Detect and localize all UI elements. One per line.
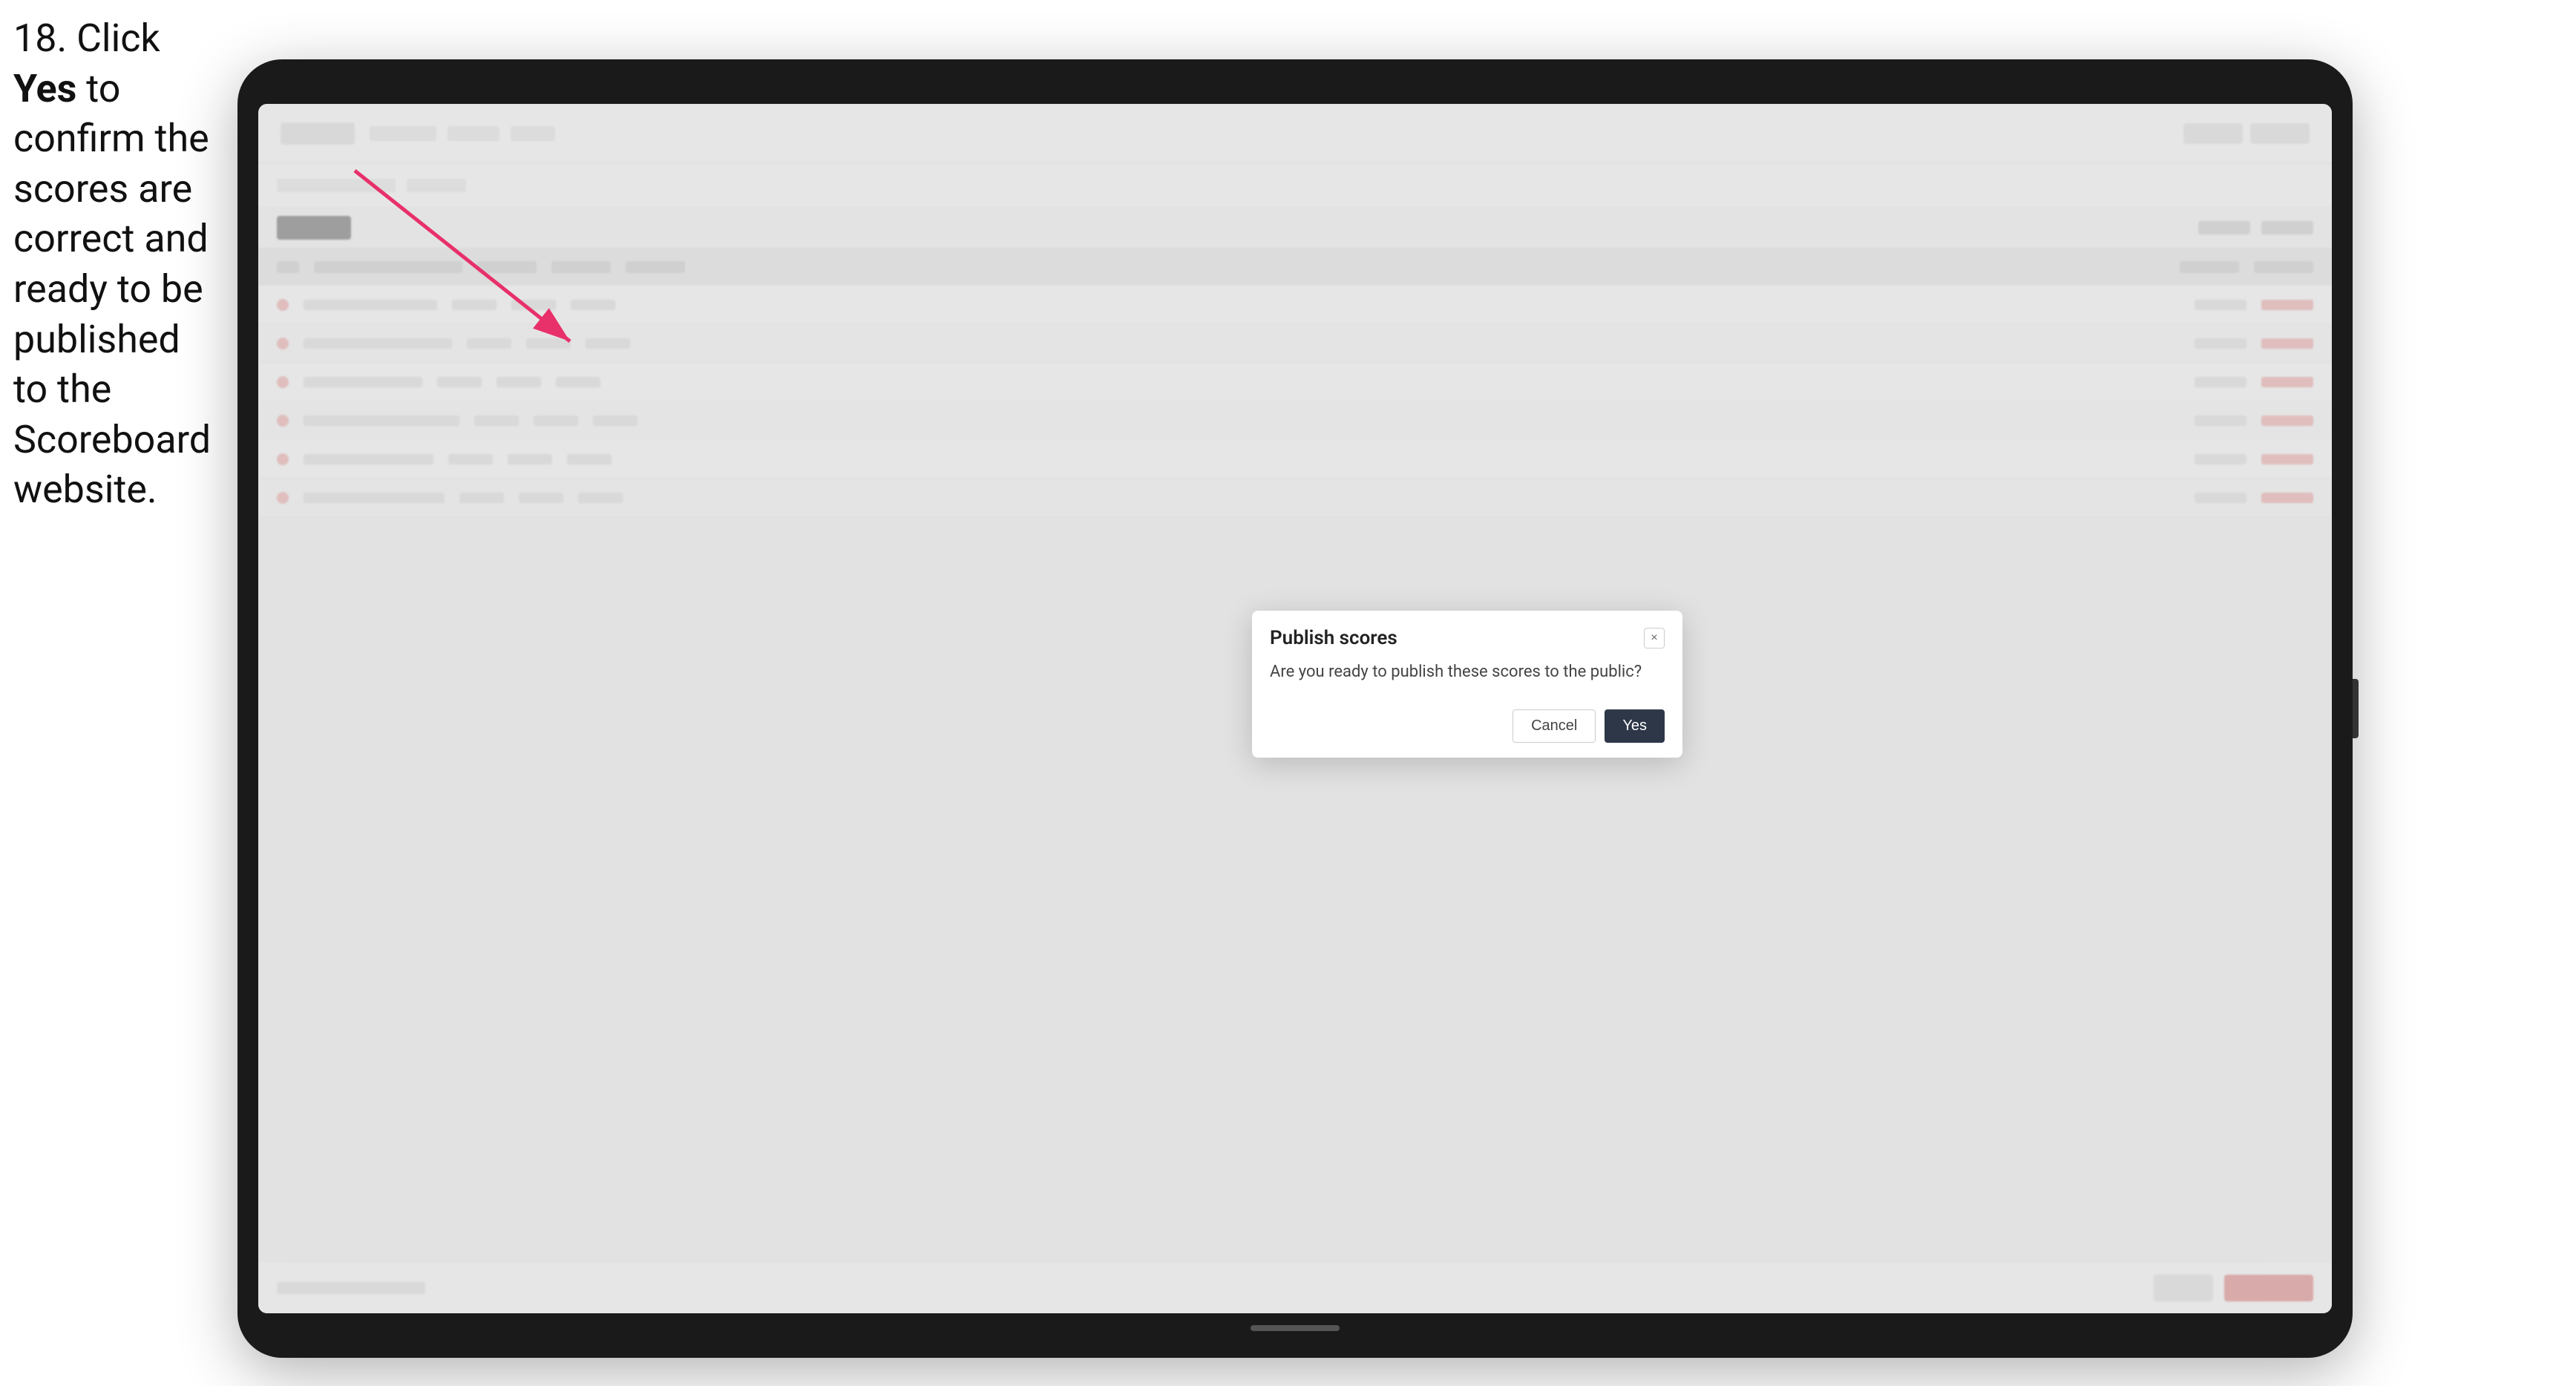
bold-yes: Yes — [13, 66, 76, 111]
dialog-header: Publish scores × — [1252, 611, 1682, 661]
tablet-side-button — [2353, 679, 2359, 738]
yes-button[interactable]: Yes — [1605, 709, 1665, 743]
text-after: to confirm the scores are correct and re… — [13, 66, 211, 513]
dialog-title: Publish scores — [1270, 627, 1397, 649]
publish-scores-dialog[interactable]: Publish scores × Are you ready to publis… — [1252, 611, 1682, 758]
tablet-device: Publish scores × Are you ready to publis… — [237, 59, 2353, 1358]
cancel-button[interactable]: Cancel — [1513, 709, 1596, 743]
tablet-screen: Publish scores × Are you ready to publis… — [258, 104, 2332, 1313]
dialog-body: Are you ready to publish these scores to… — [1252, 661, 1682, 699]
dialog-close-button[interactable]: × — [1644, 628, 1665, 648]
tablet-top-bar — [258, 82, 2332, 96]
text-before-bold: Click — [76, 16, 160, 61]
instruction-text: 18. Click Yes to confirm the scores are … — [13, 13, 221, 515]
tablet-bottom — [258, 1321, 2332, 1336]
dialog-body-text: Are you ready to publish these scores to… — [1270, 663, 1642, 681]
home-indicator — [1251, 1325, 1340, 1331]
step-number: 18. — [13, 16, 67, 61]
dialog-footer: Cancel Yes — [1252, 699, 1682, 758]
